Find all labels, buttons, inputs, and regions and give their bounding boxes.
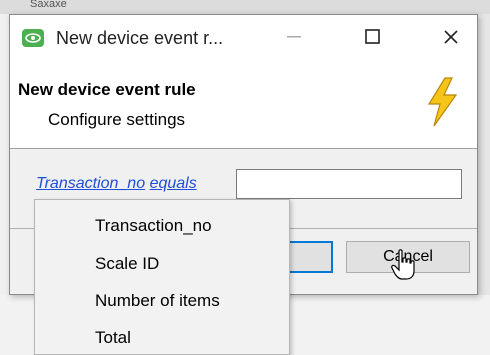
maximize-icon (365, 29, 380, 44)
lightning-bolt-icon (427, 77, 458, 127)
close-button[interactable] (431, 21, 471, 53)
header-title: New device event rule (18, 80, 196, 99)
app-eye-icon (22, 29, 44, 47)
background-text: Saxaxe (30, 0, 67, 10)
dropdown-item-total[interactable]: Total (95, 328, 131, 348)
window-title: New device event r... (56, 28, 224, 48)
field-dropdown-menu: Transaction_no Scale ID Number of items … (34, 199, 290, 355)
close-icon (444, 30, 458, 44)
dropdown-item-number-of-items[interactable]: Number of items (95, 291, 220, 311)
header-panel: New device event rule Configure settings (10, 59, 477, 149)
title-bar[interactable]: New device event r... (10, 15, 477, 59)
dropdown-item-transaction-no[interactable]: Transaction_no (95, 216, 212, 236)
background-window-strip: Saxaxe (0, 0, 490, 14)
minimize-icon (287, 36, 301, 38)
header-subtitle: Configure settings (48, 110, 186, 129)
rule-value-input[interactable] (236, 169, 462, 199)
operator-link[interactable]: equals (150, 175, 197, 192)
hand-pointer-cursor-icon (391, 249, 415, 280)
dropdown-item-scale-id[interactable]: Scale ID (95, 254, 159, 274)
rule-condition: Transaction_no equals (36, 175, 197, 193)
maximize-button[interactable] (353, 21, 393, 53)
field-link[interactable]: Transaction_no (36, 175, 145, 192)
minimize-button[interactable] (274, 21, 314, 53)
